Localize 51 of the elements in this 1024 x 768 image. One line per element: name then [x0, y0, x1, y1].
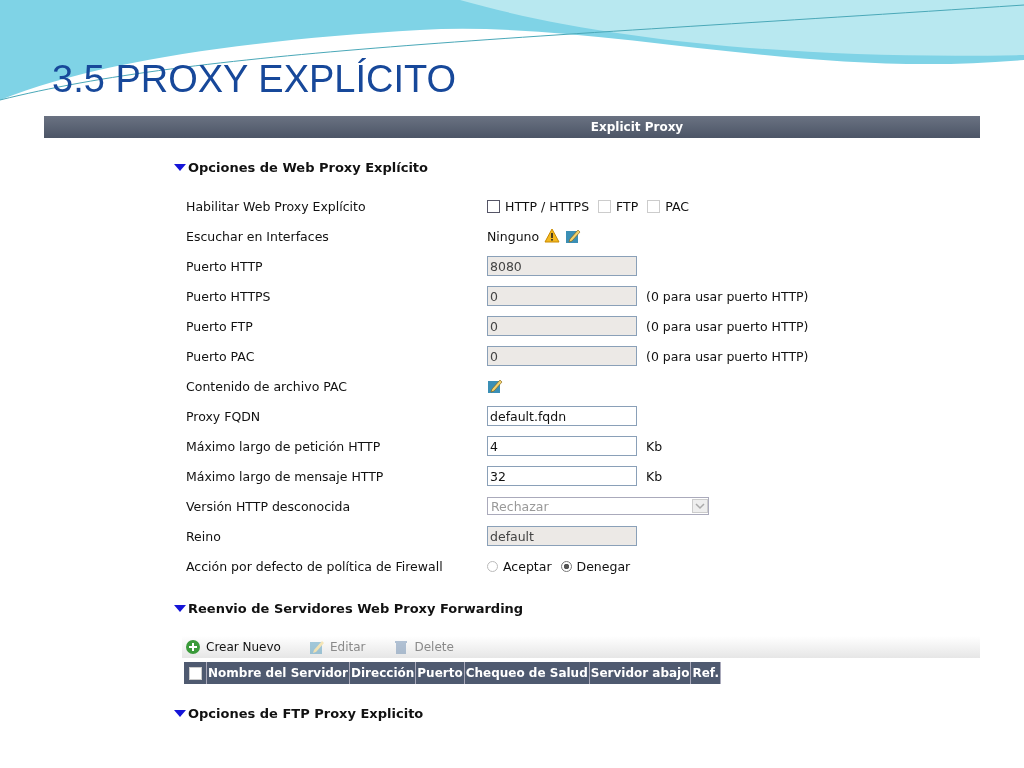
field-label: Reino [186, 528, 222, 544]
radio-button[interactable] [487, 560, 498, 572]
input-field[interactable]: 4 [487, 436, 637, 456]
checkbox-label: FTP [616, 198, 639, 214]
column-header[interactable]: Dirección [350, 662, 417, 684]
toolbar-button[interactable]: Crear Nuevo [182, 639, 284, 655]
panel-title: Explicit Proxy [44, 116, 980, 138]
radio-button[interactable] [560, 560, 572, 572]
column-header[interactable]: Ref. [691, 662, 721, 684]
field-hint: (0 para usar puerto HTTP) [646, 348, 809, 364]
field-hint: (0 para usar puerto HTTP) [646, 288, 809, 304]
column-header[interactable]: Nombre del Servidor [207, 662, 351, 684]
radio-label: Denegar [576, 558, 631, 574]
field-hint: Kb [646, 468, 663, 484]
interfaces-value: Ninguno [487, 228, 540, 244]
field-label: Contenido de archivo PAC [186, 378, 349, 394]
field-label: Puerto HTTPS [186, 288, 272, 304]
collapse-icon[interactable] [174, 164, 186, 171]
field-label: Escuchar en Interfaces [186, 228, 330, 244]
field-hint: Kb [646, 438, 663, 454]
field-label: Versión HTTP desconocida [186, 498, 352, 514]
field-label: Máximo largo de mensaje HTTP [186, 468, 385, 484]
edit-icon [308, 639, 325, 655]
section-title: Opciones de FTP Proxy Explicito [188, 706, 424, 721]
radio-label: Aceptar [503, 558, 552, 574]
edit-icon[interactable] [565, 228, 582, 244]
checkbox-label: HTTP / HTTPS [505, 198, 590, 214]
edit-icon[interactable] [487, 378, 503, 394]
column-header[interactable]: Chequeo de Salud [464, 662, 590, 684]
collapse-icon[interactable] [174, 710, 186, 717]
section-title: Opciones de Web Proxy Explícito [188, 160, 428, 175]
field-label: Acción por defecto de política de Firewall [186, 558, 444, 574]
field-label: Puerto HTTP [186, 258, 264, 274]
checkbox-label: PAC [665, 198, 690, 214]
collapse-icon[interactable] [174, 605, 186, 612]
field-label: Puerto FTP [186, 318, 254, 334]
section-title: Reenvio de Servidores Web Proxy Forwarding [188, 601, 524, 616]
column-header[interactable]: Servidor abajo [589, 662, 692, 684]
column-header[interactable]: Puerto [416, 662, 465, 684]
field-label: Puerto PAC [186, 348, 256, 364]
plus-icon [185, 639, 201, 655]
field-hint: (0 para usar puerto HTTP) [646, 318, 809, 334]
field-label: Máximo largo de petición HTTP [186, 438, 382, 454]
checkbox[interactable] [487, 199, 500, 213]
trash-icon [393, 639, 410, 655]
field-label: Habilitar Web Proxy Explícito [186, 198, 367, 214]
input-field[interactable]: default.fqdn [487, 406, 637, 426]
input-field[interactable]: 32 [487, 466, 637, 486]
warning-icon [544, 228, 561, 244]
select-all-checkbox[interactable] [188, 666, 202, 680]
field-label: Proxy FQDN [186, 408, 262, 424]
